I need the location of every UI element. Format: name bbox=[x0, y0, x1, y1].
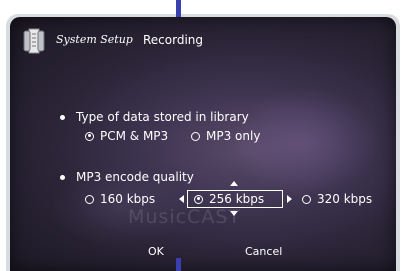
radio-icon bbox=[302, 194, 311, 204]
radio-option-160-kbps[interactable]: 160 kbps bbox=[85, 191, 155, 207]
ok-button[interactable]: OK bbox=[148, 245, 164, 258]
radio-icon bbox=[85, 194, 94, 204]
arrow-down-icon bbox=[230, 211, 238, 216]
radio-option-mp3-only[interactable]: MP3 only bbox=[191, 128, 260, 144]
cancel-button[interactable]: Cancel bbox=[245, 245, 282, 258]
system-setup-dialog bbox=[10, 17, 396, 271]
page-title: Recording bbox=[143, 33, 204, 47]
bullet-icon bbox=[60, 175, 65, 180]
arrow-left-icon[interactable] bbox=[179, 195, 184, 203]
focus-pointer-bottom bbox=[176, 258, 181, 271]
arrow-right-icon[interactable] bbox=[287, 195, 292, 203]
option-label: PCM & MP3 bbox=[100, 129, 169, 143]
option-label: 320 kbps bbox=[317, 192, 373, 206]
option-label: 160 kbps bbox=[100, 192, 156, 206]
radio-icon bbox=[191, 131, 200, 141]
brand-watermark: MusicCAST bbox=[128, 206, 241, 228]
arrow-up-icon bbox=[230, 181, 238, 186]
bullet-icon bbox=[60, 115, 65, 120]
radio-selected-icon bbox=[85, 131, 94, 141]
library-type-label: Type of data stored in library bbox=[76, 110, 249, 124]
option-label: 256 kbps bbox=[209, 192, 265, 206]
settings-scroll-icon bbox=[22, 26, 46, 56]
focus-pointer-top bbox=[176, 0, 181, 17]
encode-quality-label: MP3 encode quality bbox=[76, 170, 194, 184]
option-label: MP3 only bbox=[206, 129, 261, 143]
radio-option-256-kbps[interactable]: 256 kbps bbox=[194, 191, 264, 207]
radio-option-pcm-mp3[interactable]: PCM & MP3 bbox=[85, 128, 168, 144]
radio-selected-icon bbox=[194, 194, 203, 204]
app-title: System Setup bbox=[56, 33, 133, 46]
radio-option-320-kbps[interactable]: 320 kbps bbox=[302, 191, 372, 207]
